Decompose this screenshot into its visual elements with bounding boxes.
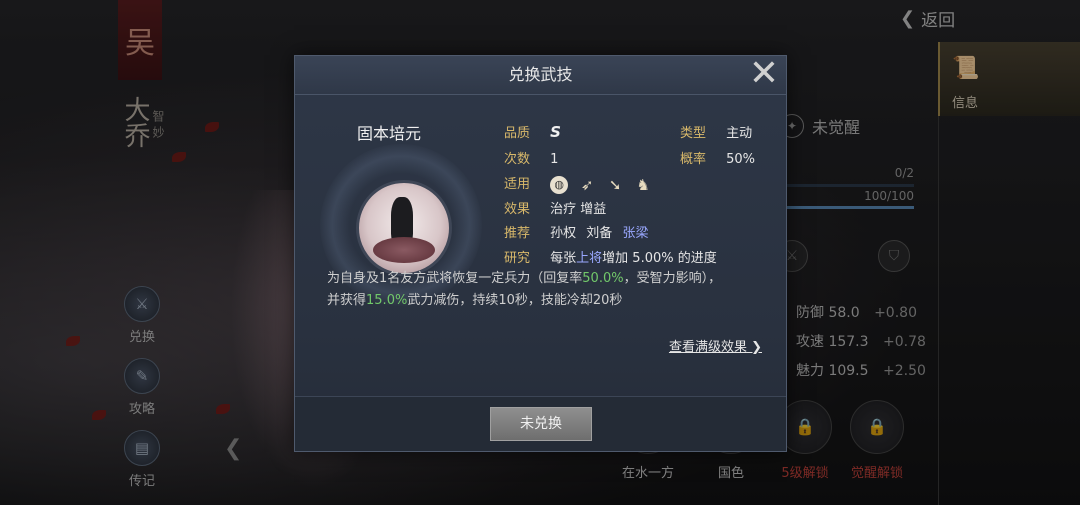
exchange-skill-dialog: 兑换武技 ✕ 固本培元 品质 S 类型 主动 次数 1 概率 50% 适用 ◍ bbox=[294, 54, 787, 452]
desc-text: 为自身及1名友方武将恢复一定兵力（回复率 bbox=[327, 271, 583, 286]
recommend-hero: 刘备 bbox=[586, 226, 613, 241]
type-label: 类型 bbox=[680, 126, 707, 141]
view-max-level-link[interactable]: 查看满级效果 ❯ bbox=[669, 336, 762, 355]
chevron-right-icon: ❯ bbox=[746, 340, 762, 355]
spear-icon: ➘ bbox=[608, 175, 622, 194]
row-quality: 品质 S bbox=[504, 122, 561, 141]
link-label: 查看满级效果 bbox=[668, 340, 747, 355]
skill-description: 为自身及1名友方武将恢复一定兵力（回复率50.0%，受智力影响）， 并获得15.… bbox=[327, 268, 767, 312]
type-value: 主动 bbox=[726, 126, 753, 141]
recommend-hero: 孙权 bbox=[550, 226, 577, 241]
close-icon[interactable]: ✕ bbox=[744, 54, 784, 94]
redeem-label: 未兑换 bbox=[520, 416, 562, 432]
row-research: 研究 每张上将增加 5.00% 的进度 bbox=[504, 247, 717, 266]
row-applicable: 适用 ◍ ➶ ➘ ♞ bbox=[504, 173, 652, 194]
desc-text: ，受智力影响）， bbox=[623, 271, 722, 286]
count-label: 次数 bbox=[504, 152, 531, 167]
row-rate: 概率 50% bbox=[680, 148, 755, 167]
redeem-button[interactable]: 未兑换 bbox=[490, 407, 592, 441]
dialog-footer: 未兑换 bbox=[295, 396, 786, 451]
dialog-header: 兑换武技 bbox=[295, 56, 786, 95]
emblem-flower bbox=[373, 237, 435, 263]
bow-icon: ➶ bbox=[580, 175, 594, 194]
skill-portrait-icon bbox=[356, 180, 452, 276]
research-text: 每张 bbox=[550, 251, 577, 266]
horse-icon: ♞ bbox=[636, 175, 650, 194]
desc-line: 为自身及1名友方武将恢复一定兵力（回复率50.0%，受智力影响）， bbox=[327, 268, 767, 290]
shield-icon: ◍ bbox=[550, 175, 569, 194]
quality-value: S bbox=[550, 123, 561, 141]
recommend-hero: 张梁 bbox=[622, 226, 649, 241]
recommend-label: 推荐 bbox=[504, 226, 531, 241]
desc-highlight: 50.0% bbox=[582, 271, 624, 286]
row-type: 类型 主动 bbox=[680, 122, 752, 141]
desc-line: 并获得15.0%武力减伤，持续10秒，技能冷却20秒 bbox=[327, 290, 767, 312]
quality-label: 品质 bbox=[504, 126, 531, 141]
skill-name: 固本培元 bbox=[357, 124, 422, 143]
research-text: 增加 5.00% 的进度 bbox=[602, 251, 717, 266]
desc-highlight: 15.0% bbox=[366, 293, 408, 308]
rate-label: 概率 bbox=[680, 152, 707, 167]
desc-text: 武力减伤，持续10秒，技能冷却20秒 bbox=[407, 293, 623, 308]
rate-value: 50% bbox=[726, 152, 756, 167]
effect-value: 治疗 增益 bbox=[550, 202, 607, 217]
row-recommend: 推荐 孙权 刘备 张梁 bbox=[504, 222, 648, 241]
count-value: 1 bbox=[550, 152, 559, 167]
applicable-label: 适用 bbox=[504, 177, 531, 192]
row-count: 次数 1 bbox=[504, 148, 558, 167]
research-highlight: 上将 bbox=[576, 251, 603, 266]
research-label: 研究 bbox=[504, 251, 531, 266]
desc-text: 并获得 bbox=[327, 293, 367, 308]
dialog-title: 兑换武技 bbox=[508, 65, 573, 84]
row-effect: 效果 治疗 增益 bbox=[504, 198, 606, 217]
effect-label: 效果 bbox=[504, 202, 531, 217]
